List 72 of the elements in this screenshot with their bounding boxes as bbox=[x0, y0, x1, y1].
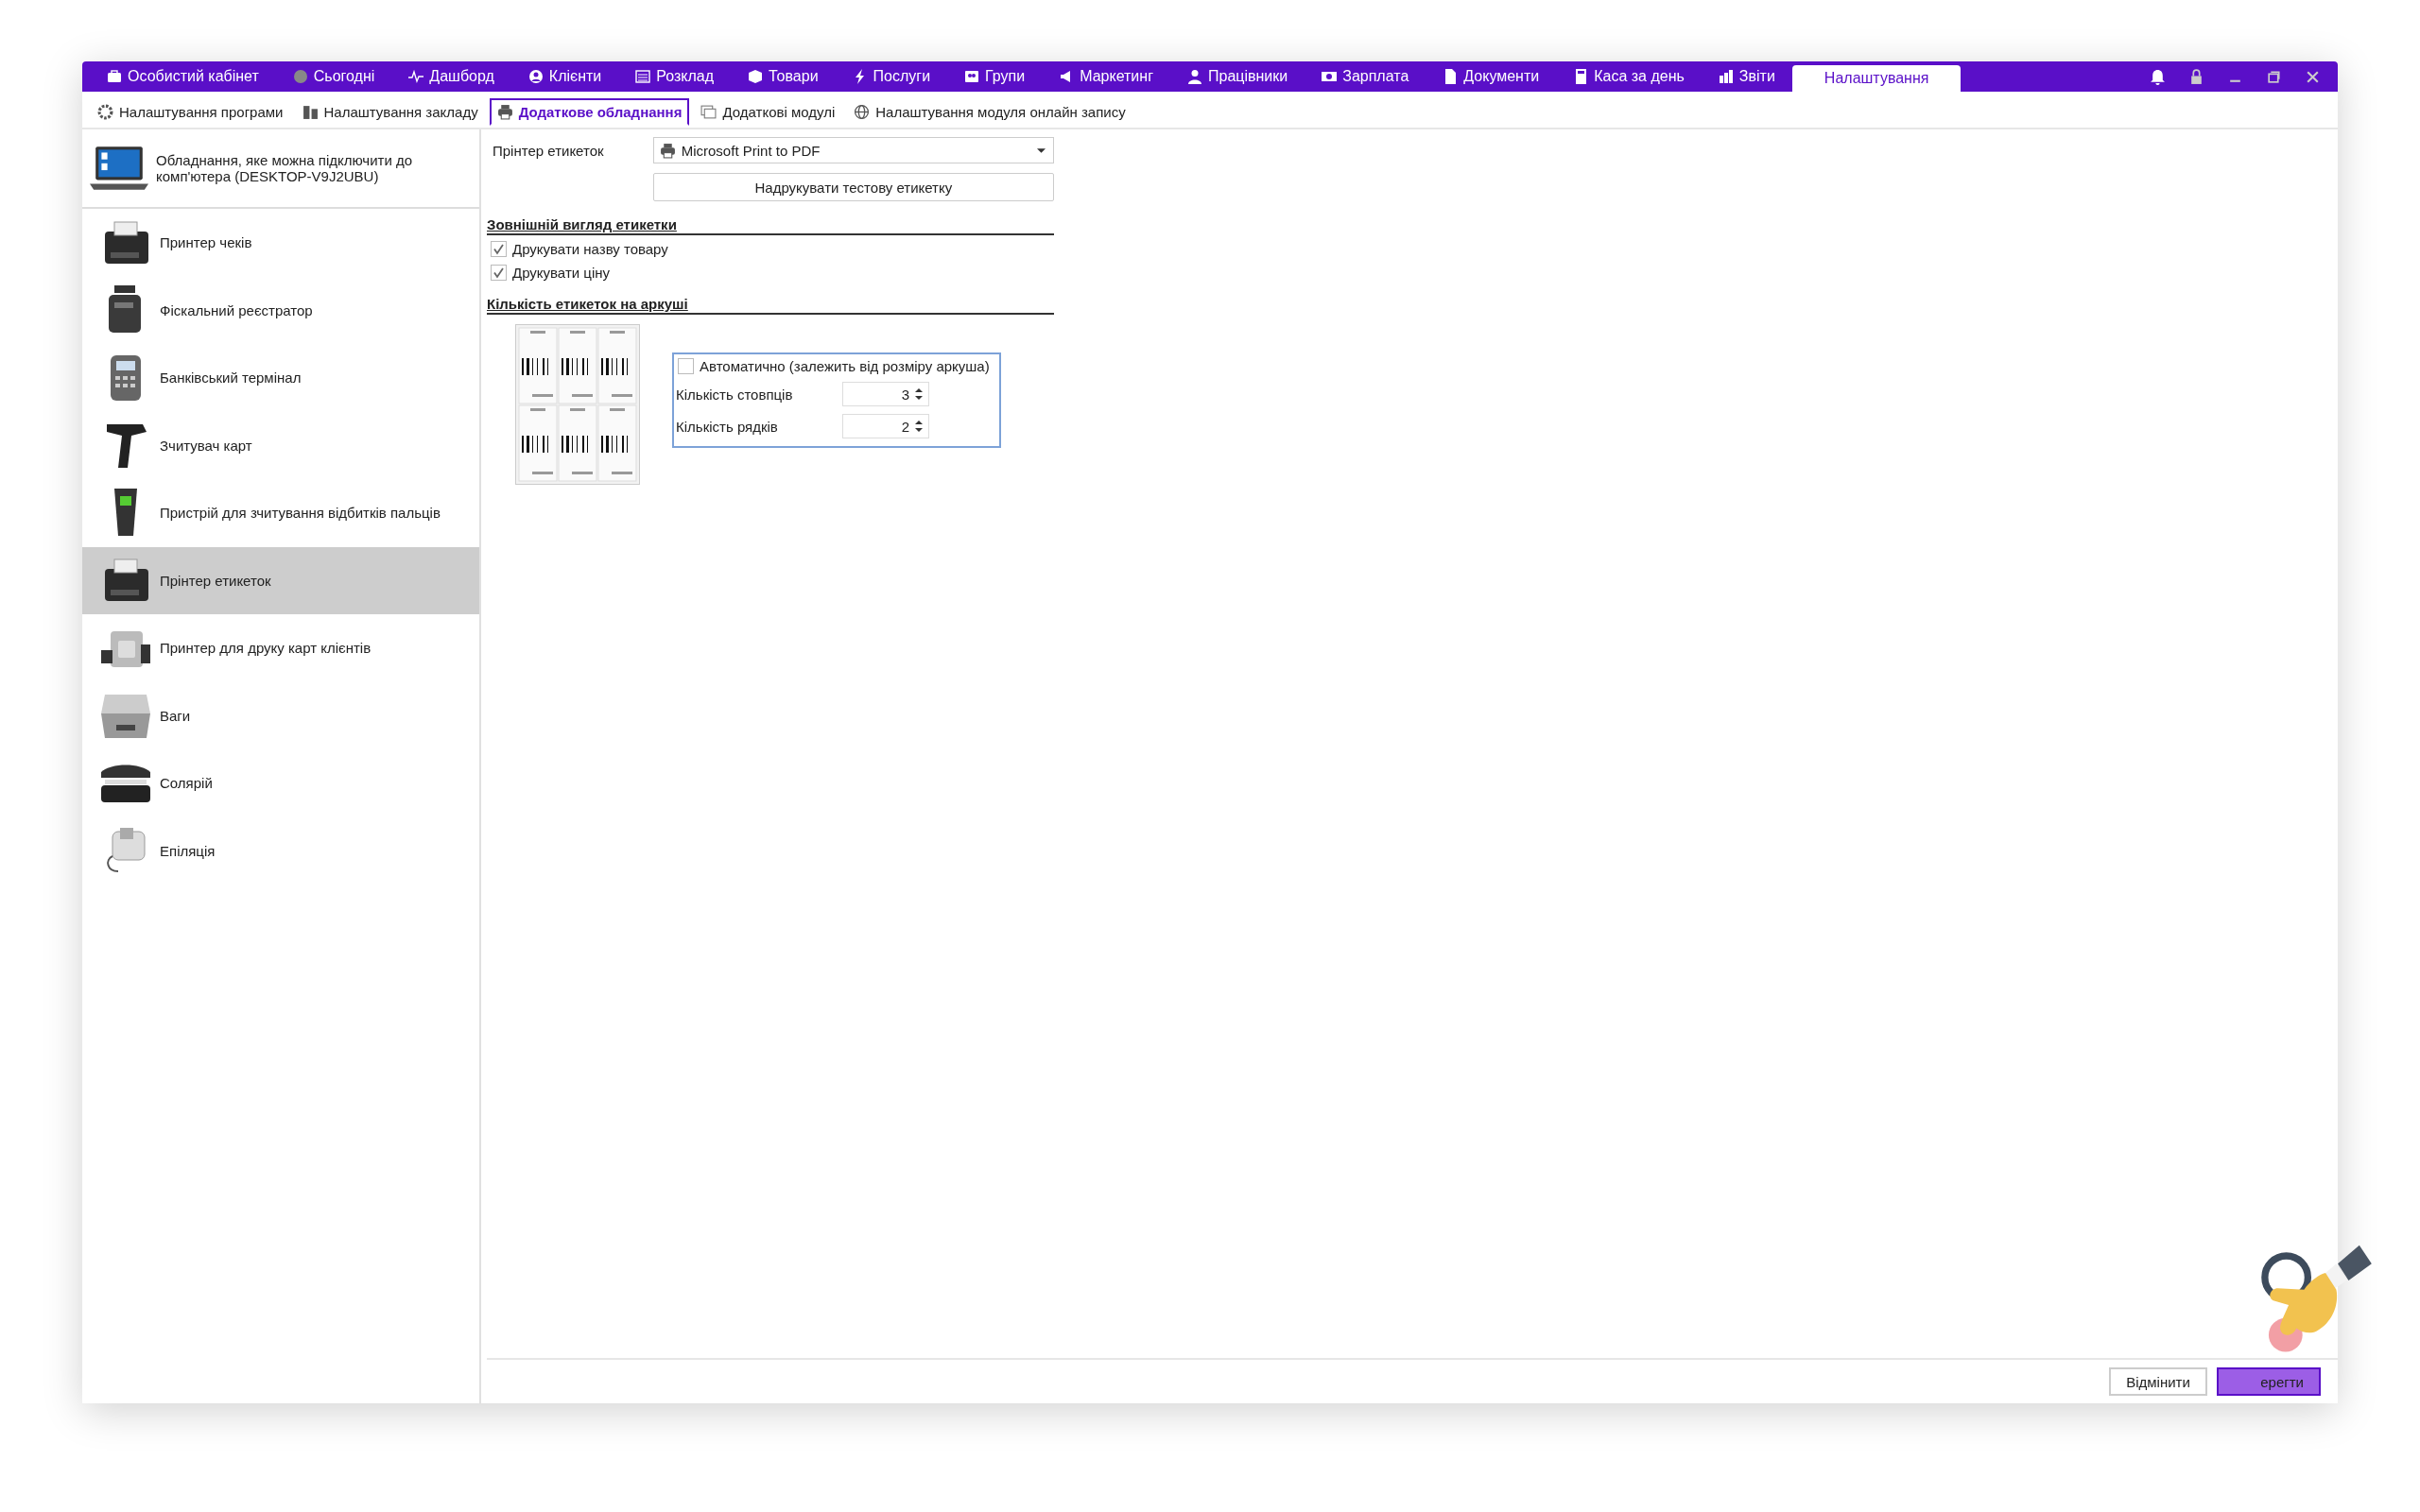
nav-tab[interactable]: Дашборд bbox=[391, 61, 511, 92]
printer-icon bbox=[659, 142, 676, 159]
laptop-icon bbox=[90, 145, 148, 192]
document-icon bbox=[1443, 69, 1459, 84]
group-icon bbox=[964, 69, 980, 84]
nav-tab[interactable]: Клієнти bbox=[510, 61, 619, 92]
building-icon bbox=[302, 103, 319, 120]
gear-icon bbox=[97, 103, 113, 120]
nav-tab[interactable]: Сьогодні bbox=[275, 61, 392, 92]
nav-tab[interactable]: Каса за день bbox=[1556, 61, 1702, 92]
checkbox-label: Друкувати ціну bbox=[512, 265, 610, 281]
restore-icon[interactable] bbox=[2266, 68, 2282, 85]
section-heading: Кількість етикеток на аркуші bbox=[487, 296, 1054, 315]
device-list-item[interactable]: Зчитувач карт bbox=[82, 411, 479, 479]
checkbox[interactable] bbox=[678, 358, 694, 374]
print-test-label-button[interactable]: Надрукувати тестову етикетку bbox=[652, 173, 1054, 201]
device-list-item[interactable]: Банківський термінал bbox=[82, 344, 479, 412]
nav-tab[interactable]: Звіти bbox=[1701, 61, 1792, 92]
caret-icon bbox=[1037, 147, 1046, 153]
nav-tab[interactable]: Працівники bbox=[1170, 61, 1305, 92]
number-spinner[interactable]: 3 bbox=[842, 382, 929, 406]
checkbox[interactable] bbox=[491, 241, 507, 257]
windows-icon bbox=[700, 103, 717, 120]
nav-tab[interactable]: Маркетинг bbox=[1042, 61, 1170, 92]
save-button[interactable]: ерегти bbox=[2217, 1367, 2321, 1396]
settings-tab[interactable]: Додаткові модулі bbox=[693, 97, 843, 126]
briefcase-icon bbox=[107, 69, 122, 84]
device-list-item[interactable]: Прінтер етикеток bbox=[82, 546, 479, 614]
box-icon bbox=[748, 69, 764, 84]
calculator-icon bbox=[1573, 69, 1589, 84]
section-heading: Зовнішній вигляд етикетки bbox=[487, 216, 1054, 235]
device-list-item[interactable]: Ваги bbox=[82, 681, 479, 749]
settings-tab[interactable]: Налаштування закладу bbox=[294, 97, 486, 126]
spinner-arrows-icon bbox=[915, 387, 923, 401]
device-list-item[interactable]: Солярій bbox=[82, 749, 479, 817]
cancel-button[interactable]: Відмінити bbox=[2109, 1367, 2207, 1396]
field-label: Кількість стовпців bbox=[676, 386, 794, 403]
field-label: Кількість рядків bbox=[676, 418, 779, 435]
settings-tab[interactable]: Налаштування модуля онлайн запису bbox=[846, 97, 1133, 126]
bars-icon bbox=[1718, 69, 1734, 84]
calendar-icon bbox=[635, 69, 651, 84]
device-list-item[interactable]: Пристрій для зчитування відбитків пальців bbox=[82, 479, 479, 547]
nav-tab[interactable]: Налаштування bbox=[1791, 65, 1962, 92]
nav-tab[interactable]: Зарплата bbox=[1305, 61, 1426, 92]
checkbox-label: Автоматично (залежить від розміру аркуша) bbox=[700, 358, 990, 374]
settings-tab[interactable]: Налаштування програми bbox=[90, 97, 291, 126]
spinner-arrows-icon bbox=[915, 420, 923, 433]
globe-icon bbox=[854, 103, 871, 120]
device-list-item[interactable]: Принтер чеків bbox=[82, 209, 479, 277]
money-icon bbox=[1322, 69, 1338, 84]
printer-dropdown[interactable]: Microsoft Print to PDF bbox=[652, 137, 1054, 163]
pulse-icon bbox=[408, 69, 424, 84]
nav-tab[interactable]: Послуги bbox=[835, 61, 948, 92]
nav-tab[interactable]: Особистий кабінет bbox=[90, 61, 276, 92]
user-icon bbox=[527, 69, 544, 84]
bell-icon[interactable] bbox=[2150, 68, 2166, 85]
device-list-item[interactable]: Епіляція bbox=[82, 816, 479, 885]
device-list-item[interactable]: Фіскальний реєстратор bbox=[82, 276, 479, 344]
checkbox[interactable] bbox=[491, 265, 507, 281]
checkbox-label: Друкувати назву товару bbox=[512, 241, 668, 257]
person-icon bbox=[1187, 69, 1202, 84]
device-list-item[interactable]: Принтер для друку карт клієнтів bbox=[82, 614, 479, 682]
sidebar-header: Обладнання, яке можна підключити до комп'ютера (DESKTOP-V9J2UBU) bbox=[156, 152, 414, 184]
nav-tab[interactable]: Групи bbox=[947, 61, 1043, 92]
settings-tab[interactable]: Додаткове обладнання bbox=[489, 97, 690, 126]
lock-icon[interactable] bbox=[2188, 68, 2204, 85]
nav-tab[interactable]: Товари bbox=[731, 61, 836, 92]
printer-icon bbox=[496, 103, 513, 120]
printer-label: Прінтер етикеток bbox=[492, 142, 605, 159]
nav-tab[interactable]: Розклад bbox=[618, 61, 732, 92]
nav-tab[interactable]: Документи bbox=[1426, 61, 1557, 92]
number-spinner[interactable]: 2 bbox=[842, 414, 929, 438]
